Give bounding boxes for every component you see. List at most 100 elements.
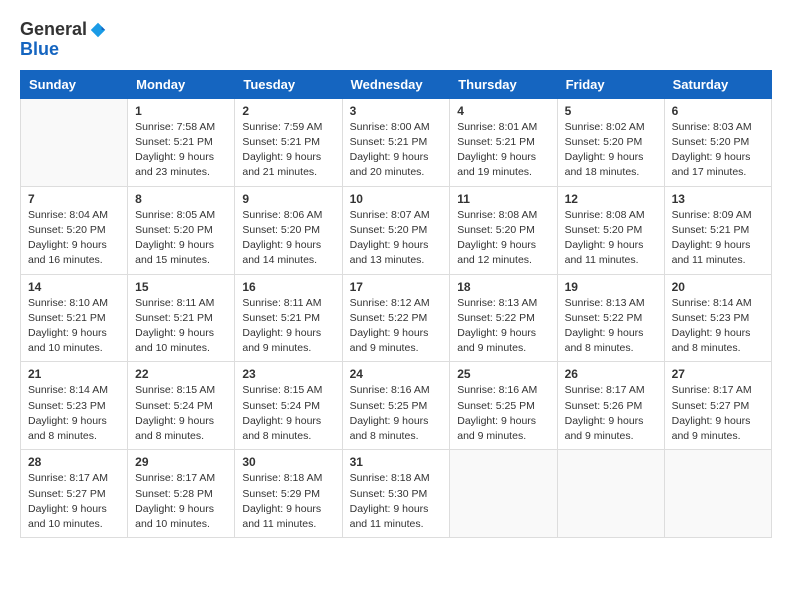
day-info: Sunrise: 8:04 AMSunset: 5:20 PMDaylight:…	[28, 208, 120, 269]
day-number: 31	[350, 455, 443, 469]
calendar-day-cell: 29 Sunrise: 8:17 AMSunset: 5:28 PMDayligh…	[128, 450, 235, 538]
day-number: 7	[28, 192, 120, 206]
calendar-day-cell: 22Sunrise: 8:15 AMSunset: 5:24 PMDayligh…	[128, 362, 235, 450]
calendar-week-row: 1 Sunrise: 7:58 AMSunset: 5:21 PMDaylight…	[21, 98, 772, 186]
calendar-day-cell: 28 Sunrise: 8:17 AMSunset: 5:27 PMDayligh…	[21, 450, 128, 538]
day-info: Sunrise: 8:11 AMSunset: 5:21 PMDaylight:…	[135, 296, 227, 357]
day-number: 26	[565, 367, 657, 381]
calendar-day-cell	[21, 98, 128, 186]
day-info: Sunrise: 8:16 AMSunset: 5:25 PMDaylight:…	[457, 383, 549, 444]
day-info: Sunrise: 8:18 AMSunset: 5:30 PMDaylight:…	[350, 471, 443, 532]
calendar-day-cell: 17 Sunrise: 8:12 AMSunset: 5:22 PMDayligh…	[342, 274, 450, 362]
day-number: 23	[242, 367, 334, 381]
calendar-day-cell: 27Sunrise: 8:17 AMSunset: 5:27 PMDayligh…	[664, 362, 771, 450]
day-info: Sunrise: 8:10 AMSunset: 5:21 PMDaylight:…	[28, 296, 120, 357]
calendar-day-cell: 18 Sunrise: 8:13 AMSunset: 5:22 PMDayligh…	[450, 274, 557, 362]
day-info: Sunrise: 7:59 AMSunset: 5:21 PMDaylight:…	[242, 120, 334, 181]
calendar-day-cell: 26 Sunrise: 8:17 AMSunset: 5:26 PMDayligh…	[557, 362, 664, 450]
day-number: 9	[242, 192, 334, 206]
calendar-day-cell	[450, 450, 557, 538]
day-info: Sunrise: 7:58 AMSunset: 5:21 PMDaylight:…	[135, 120, 227, 181]
calendar-week-row: 28 Sunrise: 8:17 AMSunset: 5:27 PMDayligh…	[21, 450, 772, 538]
calendar-day-cell: 24Sunrise: 8:16 AMSunset: 5:25 PMDayligh…	[342, 362, 450, 450]
day-number: 19	[565, 280, 657, 294]
logo: General Blue	[20, 20, 107, 60]
day-number: 1	[135, 104, 227, 118]
day-info: Sunrise: 8:17 AMSunset: 5:26 PMDaylight:…	[565, 383, 657, 444]
weekday-header: Friday	[557, 70, 664, 98]
day-number: 13	[672, 192, 764, 206]
calendar-day-cell: 2 Sunrise: 7:59 AMSunset: 5:21 PMDaylight…	[235, 98, 342, 186]
day-number: 28	[28, 455, 120, 469]
calendar-day-cell: 25 Sunrise: 8:16 AMSunset: 5:25 PMDayligh…	[450, 362, 557, 450]
day-number: 2	[242, 104, 334, 118]
calendar-day-cell: 11 Sunrise: 8:08 AMSunset: 5:20 PMDayligh…	[450, 186, 557, 274]
weekday-header: Wednesday	[342, 70, 450, 98]
calendar-week-row: 14 Sunrise: 8:10 AMSunset: 5:21 PMDayligh…	[21, 274, 772, 362]
calendar-day-cell: 31 Sunrise: 8:18 AMSunset: 5:30 PMDayligh…	[342, 450, 450, 538]
calendar-day-cell: 15 Sunrise: 8:11 AMSunset: 5:21 PMDayligh…	[128, 274, 235, 362]
calendar-table: SundayMondayTuesdayWednesdayThursdayFrid…	[20, 70, 772, 538]
day-info: Sunrise: 8:14 AMSunset: 5:23 PMDaylight:…	[672, 296, 764, 357]
calendar-day-cell: 30 Sunrise: 8:18 AMSunset: 5:29 PMDayligh…	[235, 450, 342, 538]
day-number: 3	[350, 104, 443, 118]
day-info: Sunrise: 8:16 AMSunset: 5:25 PMDaylight:…	[350, 383, 443, 444]
day-info: Sunrise: 8:03 AMSunset: 5:20 PMDaylight:…	[672, 120, 764, 181]
day-info: Sunrise: 8:17 AMSunset: 5:28 PMDaylight:…	[135, 471, 227, 532]
day-number: 5	[565, 104, 657, 118]
calendar-day-cell: 21 Sunrise: 8:14 AMSunset: 5:23 PMDayligh…	[21, 362, 128, 450]
day-number: 15	[135, 280, 227, 294]
day-info: Sunrise: 8:15 AMSunset: 5:24 PMDaylight:…	[135, 383, 227, 444]
calendar-day-cell: 16Sunrise: 8:11 AMSunset: 5:21 PMDayligh…	[235, 274, 342, 362]
day-info: Sunrise: 8:13 AMSunset: 5:22 PMDaylight:…	[457, 296, 549, 357]
calendar-day-cell: 14 Sunrise: 8:10 AMSunset: 5:21 PMDayligh…	[21, 274, 128, 362]
calendar-day-cell: 9Sunrise: 8:06 AMSunset: 5:20 PMDaylight…	[235, 186, 342, 274]
calendar-day-cell	[664, 450, 771, 538]
calendar-day-cell: 8Sunrise: 8:05 AMSunset: 5:20 PMDaylight…	[128, 186, 235, 274]
calendar-day-cell: 19 Sunrise: 8:13 AMSunset: 5:22 PMDayligh…	[557, 274, 664, 362]
day-number: 8	[135, 192, 227, 206]
weekday-header: Tuesday	[235, 70, 342, 98]
day-number: 6	[672, 104, 764, 118]
calendar-day-cell: 4Sunrise: 8:01 AMSunset: 5:21 PMDaylight…	[450, 98, 557, 186]
day-info: Sunrise: 8:12 AMSunset: 5:22 PMDaylight:…	[350, 296, 443, 357]
day-number: 18	[457, 280, 549, 294]
day-number: 11	[457, 192, 549, 206]
day-number: 29	[135, 455, 227, 469]
calendar-day-cell: 13 Sunrise: 8:09 AMSunset: 5:21 PMDayligh…	[664, 186, 771, 274]
calendar-day-cell: 23 Sunrise: 8:15 AMSunset: 5:24 PMDayligh…	[235, 362, 342, 450]
day-number: 10	[350, 192, 443, 206]
calendar-header-row: SundayMondayTuesdayWednesdayThursdayFrid…	[21, 70, 772, 98]
day-number: 17	[350, 280, 443, 294]
calendar-day-cell: 7 Sunrise: 8:04 AMSunset: 5:20 PMDaylight…	[21, 186, 128, 274]
day-info: Sunrise: 8:00 AMSunset: 5:21 PMDaylight:…	[350, 120, 443, 181]
calendar-week-row: 21 Sunrise: 8:14 AMSunset: 5:23 PMDayligh…	[21, 362, 772, 450]
calendar-day-cell: 1 Sunrise: 7:58 AMSunset: 5:21 PMDaylight…	[128, 98, 235, 186]
day-info: Sunrise: 8:14 AMSunset: 5:23 PMDaylight:…	[28, 383, 120, 444]
calendar-day-cell: 3 Sunrise: 8:00 AMSunset: 5:21 PMDaylight…	[342, 98, 450, 186]
calendar-day-cell	[557, 450, 664, 538]
day-info: Sunrise: 8:08 AMSunset: 5:20 PMDaylight:…	[457, 208, 549, 269]
logo-blue: Blue	[20, 39, 59, 59]
day-info: Sunrise: 8:13 AMSunset: 5:22 PMDaylight:…	[565, 296, 657, 357]
day-info: Sunrise: 8:15 AMSunset: 5:24 PMDaylight:…	[242, 383, 334, 444]
day-info: Sunrise: 8:08 AMSunset: 5:20 PMDaylight:…	[565, 208, 657, 269]
calendar-day-cell: 6 Sunrise: 8:03 AMSunset: 5:20 PMDaylight…	[664, 98, 771, 186]
page-header: General Blue	[20, 20, 772, 60]
day-info: Sunrise: 8:18 AMSunset: 5:29 PMDaylight:…	[242, 471, 334, 532]
weekday-header: Thursday	[450, 70, 557, 98]
day-number: 20	[672, 280, 764, 294]
day-info: Sunrise: 8:17 AMSunset: 5:27 PMDaylight:…	[28, 471, 120, 532]
day-number: 21	[28, 367, 120, 381]
calendar-day-cell: 20 Sunrise: 8:14 AMSunset: 5:23 PMDayligh…	[664, 274, 771, 362]
day-info: Sunrise: 8:11 AMSunset: 5:21 PMDaylight:…	[242, 296, 334, 357]
weekday-header: Monday	[128, 70, 235, 98]
day-info: Sunrise: 8:09 AMSunset: 5:21 PMDaylight:…	[672, 208, 764, 269]
day-info: Sunrise: 8:01 AMSunset: 5:21 PMDaylight:…	[457, 120, 549, 181]
day-number: 14	[28, 280, 120, 294]
day-number: 30	[242, 455, 334, 469]
logo-general: General	[20, 20, 87, 40]
day-info: Sunrise: 8:07 AMSunset: 5:20 PMDaylight:…	[350, 208, 443, 269]
day-info: Sunrise: 8:17 AMSunset: 5:27 PMDaylight:…	[672, 383, 764, 444]
day-number: 25	[457, 367, 549, 381]
